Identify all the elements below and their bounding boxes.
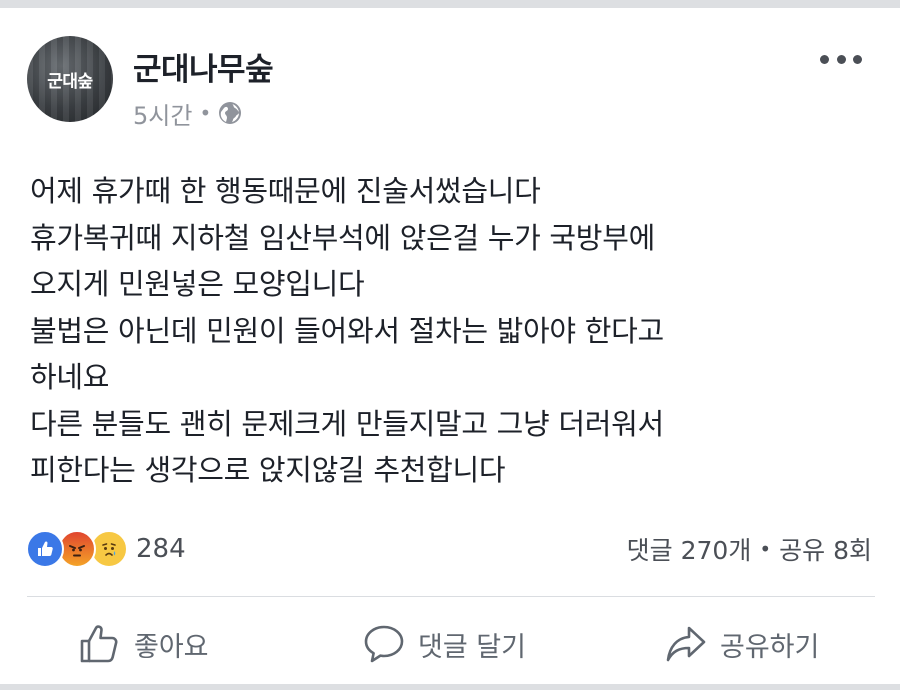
comment-label: 댓글 달기 xyxy=(418,631,526,663)
page-avatar[interactable]: 군대숲 xyxy=(27,36,113,122)
post-line: 어제 휴가때 한 행동때문에 진술서썼습니다 xyxy=(30,174,541,208)
feed-gap-bottom xyxy=(0,684,900,690)
post-line: 불법은 아닌데 민원이 들어와서 절차는 밟아야 한다고 xyxy=(30,313,664,348)
thumbs-up-icon xyxy=(80,625,118,663)
like-reaction-icon xyxy=(26,530,64,568)
post-line: 다른 분들도 괜히 문제크게 만들지말고 그냥 더러워서 xyxy=(30,406,664,441)
globe-icon xyxy=(219,102,242,124)
post-line: 피한다는 생각으로 앉지않길 추천합니다 xyxy=(30,453,506,487)
avatar-label: 군대숲 xyxy=(47,71,93,92)
post-card: 군대숲 군대나무숲 5시간 • 어제 휴가때 한 행동때문에 진술서썼습니다 휴… xyxy=(0,8,900,684)
stats-separator: • xyxy=(759,537,772,561)
post-line: 오지게 민원넣은 모양입니다 xyxy=(30,267,365,301)
share-arrow-icon xyxy=(666,626,706,662)
comment-count[interactable]: 댓글 270개 xyxy=(627,531,752,567)
reaction-summary[interactable]: 284 xyxy=(26,530,186,568)
feed-gap-top xyxy=(0,0,900,8)
engagement-stats: 댓글 270개 • 공유 8회 xyxy=(627,530,872,568)
post-time[interactable]: 5시간 xyxy=(133,96,192,131)
share-count[interactable]: 공유 8회 xyxy=(779,531,872,567)
divider xyxy=(27,596,875,597)
post-line: 하네요 xyxy=(30,360,110,394)
share-button[interactable]: 공유하기 xyxy=(664,620,819,668)
post-line: 휴가복귀때 지하철 임산부석에 앉은걸 누가 국방부에 xyxy=(30,220,655,255)
post-text: 어제 휴가때 한 행동때문에 진술서썼습니다 휴가복귀때 지하철 임산부석에 앉… xyxy=(30,168,880,494)
share-label: 공유하기 xyxy=(720,631,820,663)
post-meta: 5시간 • xyxy=(133,96,242,131)
page-name[interactable]: 군대나무숲 xyxy=(133,44,274,89)
comment-bubble-icon xyxy=(364,625,404,663)
more-options-icon[interactable] xyxy=(820,48,862,70)
like-label: 좋아요 xyxy=(134,631,209,663)
reaction-count: 284 xyxy=(136,534,186,564)
comment-button[interactable]: 댓글 달기 xyxy=(362,620,526,668)
like-button[interactable]: 좋아요 xyxy=(78,620,209,668)
meta-separator: • xyxy=(199,101,212,125)
